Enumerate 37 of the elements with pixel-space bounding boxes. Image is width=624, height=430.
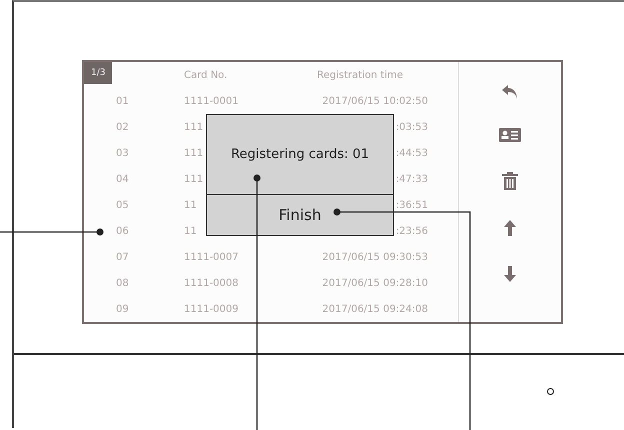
table-cell: 1111-0007: [184, 252, 239, 262]
table-cell: :47:33: [396, 174, 428, 184]
back-icon[interactable]: [501, 84, 519, 100]
id-card-icon[interactable]: [499, 128, 521, 142]
table-cell: 05: [116, 200, 129, 210]
table-cell: 1111-0001: [184, 96, 239, 106]
arrow-down-icon[interactable]: [504, 266, 516, 282]
indicator-dot: [547, 388, 554, 395]
table-cell: 2017/06/15 09:28:10: [322, 278, 428, 288]
table-cell: 1111-0009: [184, 304, 239, 314]
table-cell: 03: [116, 148, 129, 158]
column-header: Card No.: [183, 70, 228, 80]
table-cell: :36:51: [396, 200, 428, 210]
table-cell: 02: [116, 122, 129, 132]
table-cell: 2017/06/15 10:02:50: [322, 96, 428, 106]
table-cell: 111: [184, 148, 204, 158]
table-cell: 11: [184, 200, 197, 210]
table-cell: 06: [116, 226, 129, 236]
table-cell: :23:56: [396, 226, 428, 236]
table-cell: 1111-0008: [184, 278, 239, 288]
dialog-message: Registering cards: 01: [230, 147, 370, 162]
table-cell: :44:53: [396, 148, 428, 158]
table-cell: 08: [116, 278, 129, 288]
table-cell: 04: [116, 174, 129, 184]
table-cell: 2017/06/15 09:24:08: [322, 304, 428, 314]
table-cell: 11: [184, 226, 197, 236]
table-cell: :03:53: [396, 122, 428, 132]
table-cell: 2017/06/15 09:30:53: [322, 252, 428, 262]
page-indicator: 1/3: [84, 62, 112, 84]
trash-icon[interactable]: [502, 172, 518, 190]
column-header: Registration time: [316, 70, 404, 80]
table-cell: 01: [116, 96, 129, 106]
table-cell: 111: [184, 174, 204, 184]
table-cell: 111: [184, 122, 204, 132]
table-cell: 07: [116, 252, 129, 262]
table-cell: 09: [116, 304, 129, 314]
arrow-up-icon[interactable]: [504, 220, 516, 236]
